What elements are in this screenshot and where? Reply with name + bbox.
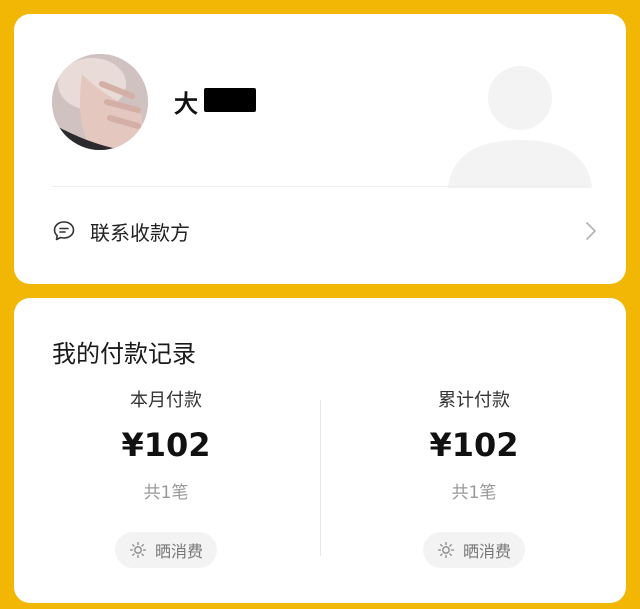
this-month-column: 本月付款 ¥102 共1笔 晒消费 bbox=[66, 386, 266, 568]
share-spending-button[interactable]: 晒消费 bbox=[114, 532, 217, 568]
total-amount: ¥102 bbox=[429, 426, 519, 464]
section-title: 我的付款记录 bbox=[52, 340, 196, 368]
this-month-count: 共1笔 bbox=[143, 483, 189, 503]
payment-records-card: 我的付款记录 本月付款 ¥102 共1笔 晒消费 累计付款 ¥102 共1笔 晒… bbox=[14, 298, 626, 603]
redaction-mark bbox=[204, 88, 256, 112]
share-spending-label: 晒消费 bbox=[154, 542, 203, 561]
column-divider bbox=[320, 400, 321, 556]
person-silhouette-icon bbox=[448, 66, 592, 188]
total-label: 累计付款 bbox=[438, 390, 510, 411]
share-spending-label: 晒消费 bbox=[462, 542, 511, 561]
chat-bubble-icon bbox=[53, 221, 75, 241]
payee-card: 大 联系收款方 bbox=[14, 14, 626, 284]
contact-payee-label: 联系收款方 bbox=[90, 220, 190, 245]
share-spending-button[interactable]: 晒消费 bbox=[422, 532, 525, 568]
this-month-label: 本月付款 bbox=[130, 390, 202, 411]
payee-name: 大 bbox=[174, 90, 199, 118]
this-month-amount: ¥102 bbox=[121, 426, 211, 464]
avatar[interactable] bbox=[52, 54, 148, 150]
chevron-right-icon bbox=[586, 222, 596, 240]
sun-icon bbox=[129, 541, 147, 559]
total-count: 共1笔 bbox=[451, 483, 497, 503]
avatar-photo bbox=[52, 54, 148, 150]
sun-icon bbox=[437, 541, 455, 559]
total-column: 累计付款 ¥102 共1笔 晒消费 bbox=[374, 386, 574, 568]
contact-payee-row[interactable]: 联系收款方 bbox=[14, 187, 626, 275]
